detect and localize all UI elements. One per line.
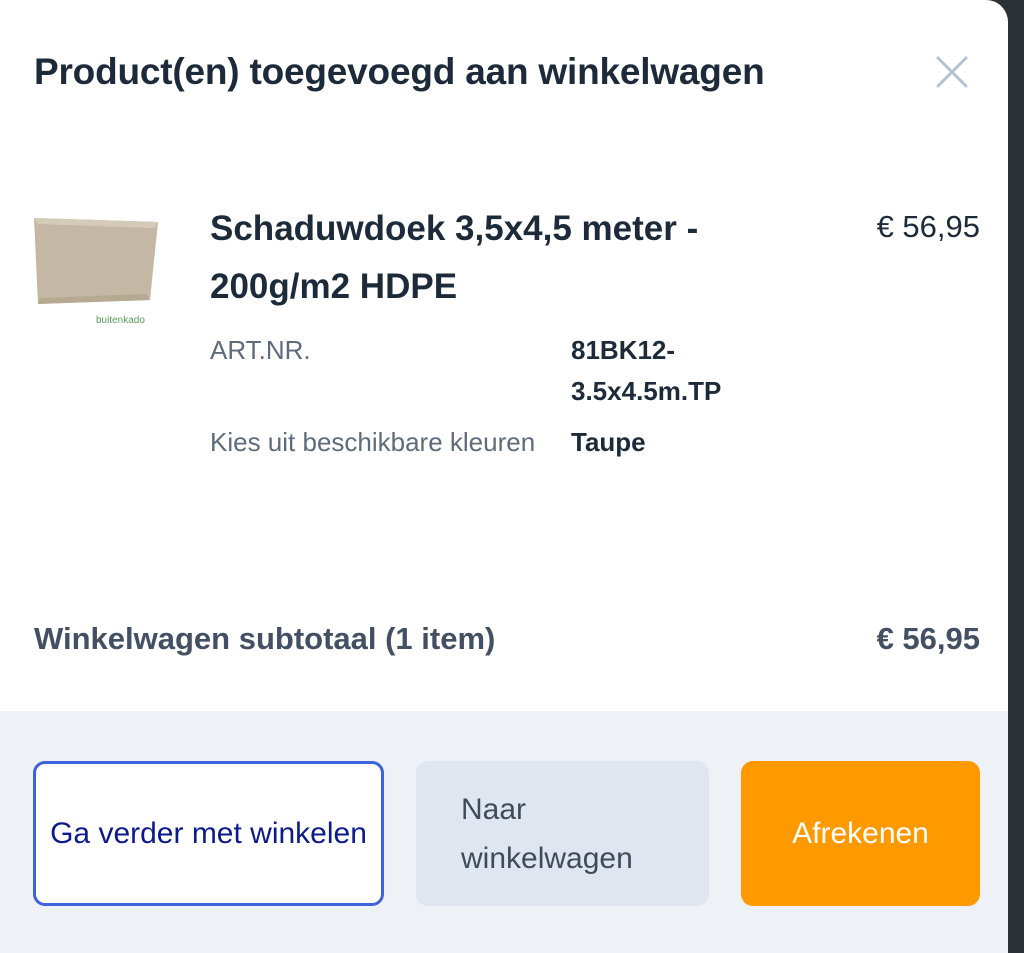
view-cart-button[interactable]: Naar winkelwagen [416, 761, 709, 906]
continue-shopping-button[interactable]: Ga verder met winkelen [33, 761, 384, 906]
modal-header: Product(en) toegevoegd aan winkelwagen [34, 48, 978, 98]
close-icon [936, 56, 968, 88]
checkout-button[interactable]: Afrekenen [741, 761, 980, 906]
attribute-label-art-nr: ART.NR. [210, 335, 311, 365]
view-cart-label: Naar winkelwagen [461, 792, 633, 875]
modal-title: Product(en) toegevoegd aan winkelwagen [34, 51, 765, 92]
cart-added-modal: Product(en) toegevoegd aan winkelwagen b… [0, 0, 1008, 953]
modal-footer: Ga verder met winkelen Naar winkelwagen … [0, 711, 1008, 953]
product-name[interactable]: Schaduwdoek 3,5x4,5 meter - 200g/m2 HDPE [210, 200, 770, 316]
product-thumbnail-shade-sail: buitenkado [34, 218, 158, 326]
attribute-value-color: Taupe [571, 427, 646, 457]
subtotal-label: Winkelwagen subtotaal (1 item) [34, 621, 496, 656]
checkout-label: Afrekenen [792, 817, 929, 850]
thumbnail-brand-text: buitenkado [96, 315, 145, 326]
product-price: € 56,95 [876, 209, 980, 244]
subtotal-value: € 56,95 [876, 621, 980, 656]
close-button[interactable] [932, 52, 972, 92]
continue-shopping-label: Ga verder met winkelen [50, 817, 367, 850]
attribute-label-color: Kies uit beschikbare kleuren [210, 427, 536, 457]
product-image[interactable]: buitenkado [30, 212, 162, 328]
attribute-value-art-nr: 81BK12-3.5x4.5m.TP [571, 335, 722, 406]
